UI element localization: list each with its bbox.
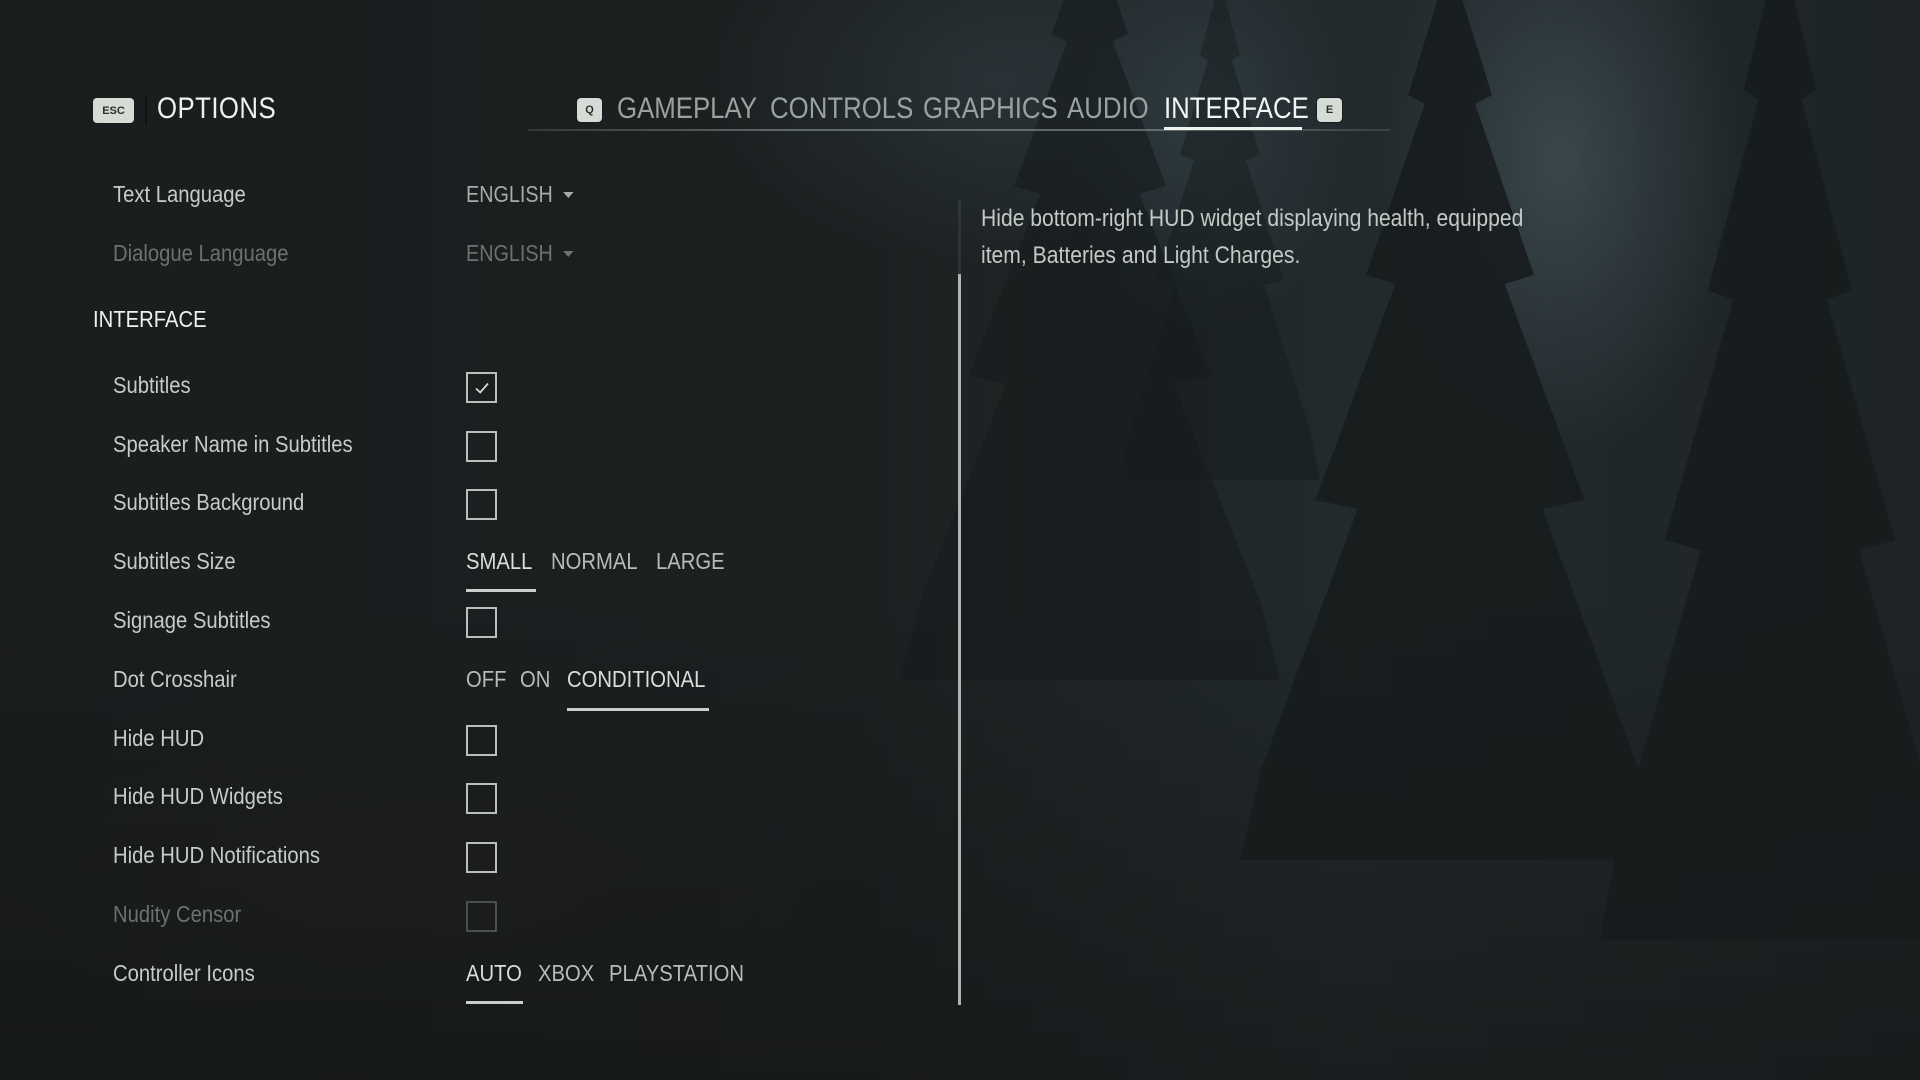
page-title: OPTIONS xyxy=(157,92,277,125)
subtitles-size-label: Subtitles Size xyxy=(113,548,236,574)
nudity-censor-checkbox[interactable] xyxy=(466,901,497,932)
tab-controls[interactable]: CONTROLS xyxy=(770,92,913,126)
signage-subtitles-label: Signage Subtitles xyxy=(113,607,271,633)
controller-icons-option-auto[interactable]: AUTO xyxy=(466,960,522,987)
hide-hud-label: Hide HUD xyxy=(113,725,205,751)
subtitles-background-checkbox[interactable] xyxy=(466,489,497,520)
subtitles-background-label: Subtitles Background xyxy=(113,489,305,515)
subtitles-checkbox[interactable] xyxy=(466,372,497,403)
setting-description: Hide bottom-right HUD widget displaying … xyxy=(981,200,1581,274)
q-key-label: Q xyxy=(585,104,594,116)
dialogue-language-dropdown[interactable]: ENGLISH xyxy=(466,240,574,267)
options-menu: ESC OPTIONS Q GAMEPLAY CONTROLS GRAPHICS… xyxy=(0,0,1920,1080)
speaker-name-checkbox[interactable] xyxy=(466,431,497,462)
tab-graphics[interactable]: GRAPHICS xyxy=(923,92,1058,126)
subtitles-size-option-small[interactable]: SMALL xyxy=(466,548,532,575)
prev-tab-key-button[interactable]: Q xyxy=(577,98,602,122)
header-divider xyxy=(145,96,147,126)
dot-crosshair-option-on[interactable]: ON xyxy=(520,666,550,693)
dialogue-language-label: Dialogue Language xyxy=(113,240,289,266)
subtitles-size-option-large[interactable]: LARGE xyxy=(656,548,725,575)
interface-section-title: INTERFACE xyxy=(93,306,207,332)
esc-back-button[interactable]: ESC xyxy=(93,98,134,123)
subtitles-size-option-normal[interactable]: NORMAL xyxy=(551,548,638,575)
next-tab-key-button[interactable]: E xyxy=(1317,98,1342,122)
hide-hud-notifications-label: Hide HUD Notifications xyxy=(113,842,320,868)
dot-crosshair-option-off[interactable]: OFF xyxy=(466,666,506,693)
controller-icons-option-xbox[interactable]: XBOX xyxy=(538,960,594,987)
checkmark-icon xyxy=(474,382,489,394)
dot-crosshair-selected-indicator xyxy=(567,708,709,711)
speaker-name-label: Speaker Name in Subtitles xyxy=(113,431,353,457)
text-language-dropdown[interactable]: ENGLISH xyxy=(466,181,574,208)
tab-interface[interactable]: INTERFACE xyxy=(1164,92,1309,126)
controller-icons-selected-indicator xyxy=(466,1001,523,1004)
subtitles-label: Subtitles xyxy=(113,372,191,398)
hide-hud-checkbox[interactable] xyxy=(466,725,497,756)
dot-crosshair-label: Dot Crosshair xyxy=(113,666,237,692)
description-line-2: item, Batteries and Light Charges. xyxy=(981,242,1301,269)
scrollbar-thumb[interactable] xyxy=(958,274,961,1005)
active-tab-indicator xyxy=(1164,127,1302,130)
esc-key-label: ESC xyxy=(102,104,125,117)
hide-hud-notifications-checkbox[interactable] xyxy=(466,842,497,873)
e-key-label: E xyxy=(1325,104,1334,116)
subtitles-size-selected-indicator xyxy=(466,589,536,592)
text-language-value: ENGLISH xyxy=(466,181,553,207)
text-language-label: Text Language xyxy=(113,181,246,207)
controller-icons-option-playstation[interactable]: PLAYSTATION xyxy=(609,960,744,987)
nudity-censor-label: Nudity Censor xyxy=(113,901,242,927)
chevron-down-icon xyxy=(563,250,574,257)
controller-icons-label: Controller Icons xyxy=(113,960,255,986)
tab-gameplay[interactable]: GAMEPLAY xyxy=(617,92,757,126)
tab-audio[interactable]: AUDIO xyxy=(1067,92,1149,126)
chevron-down-icon xyxy=(563,191,574,198)
signage-subtitles-checkbox[interactable] xyxy=(466,607,497,638)
dot-crosshair-option-conditional[interactable]: CONDITIONAL xyxy=(567,666,705,693)
hide-hud-widgets-label: Hide HUD Widgets xyxy=(113,783,283,809)
dialogue-language-value: ENGLISH xyxy=(466,240,553,266)
hide-hud-widgets-checkbox[interactable] xyxy=(466,783,497,814)
description-line-1: Hide bottom-right HUD widget displaying … xyxy=(981,205,1524,232)
